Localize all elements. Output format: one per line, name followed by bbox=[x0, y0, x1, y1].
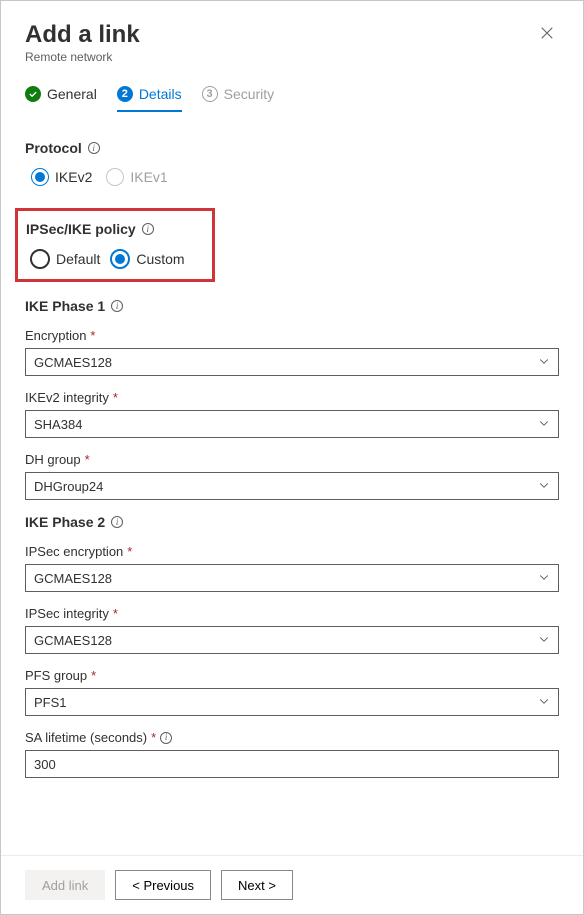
encryption-value: GCMAES128 bbox=[34, 355, 112, 370]
step-3-badge: 3 bbox=[202, 86, 218, 102]
step-2-badge: 2 bbox=[117, 86, 133, 102]
phase2-title: IKE Phase 2 i bbox=[25, 514, 559, 530]
tab-general-label: General bbox=[47, 86, 97, 102]
ipsec-encryption-label: IPSec encryption* bbox=[25, 544, 559, 559]
add-link-button: Add link bbox=[25, 870, 105, 900]
radio-unselected-icon bbox=[30, 249, 50, 269]
info-icon[interactable]: i bbox=[142, 223, 154, 235]
chevron-down-icon bbox=[538, 479, 550, 494]
previous-button[interactable]: < Previous bbox=[115, 870, 211, 900]
required-asterisk: * bbox=[91, 668, 96, 683]
panel-subtitle: Remote network bbox=[25, 50, 140, 64]
radio-ikev1-label: IKEv1 bbox=[130, 169, 167, 185]
integrity-value: SHA384 bbox=[34, 417, 82, 432]
radio-selected-icon bbox=[31, 168, 49, 186]
required-asterisk: * bbox=[90, 328, 95, 343]
tab-general[interactable]: General bbox=[25, 86, 97, 112]
info-icon[interactable]: i bbox=[160, 732, 172, 744]
ipsec-integrity-value: GCMAES128 bbox=[34, 633, 112, 648]
panel-title: Add a link bbox=[25, 21, 140, 49]
integrity-label: IKEv2 integrity* bbox=[25, 390, 559, 405]
ipsec-encryption-value: GCMAES128 bbox=[34, 571, 112, 586]
chevron-down-icon bbox=[538, 571, 550, 586]
chevron-down-icon bbox=[538, 695, 550, 710]
sa-lifetime-value: 300 bbox=[34, 757, 56, 772]
radio-selected-icon bbox=[110, 249, 130, 269]
required-asterisk: * bbox=[113, 390, 118, 405]
close-button[interactable] bbox=[535, 21, 559, 45]
phase2-title-text: IKE Phase 2 bbox=[25, 514, 105, 530]
radio-custom-label: Custom bbox=[136, 251, 184, 267]
info-icon[interactable]: i bbox=[111, 300, 123, 312]
pfs-group-select[interactable]: PFS1 bbox=[25, 688, 559, 716]
required-asterisk: * bbox=[127, 544, 132, 559]
info-icon[interactable]: i bbox=[111, 516, 123, 528]
sa-lifetime-label: SA lifetime (seconds)* i bbox=[25, 730, 559, 745]
radio-unselected-icon bbox=[106, 168, 124, 186]
tabs: General 2 Details 3 Security bbox=[1, 86, 583, 112]
check-icon bbox=[25, 86, 41, 102]
phase1-title-text: IKE Phase 1 bbox=[25, 298, 105, 314]
encryption-label: Encryption* bbox=[25, 328, 559, 343]
highlighted-policy-section: IPSec/IKE policy i Default Custom bbox=[15, 208, 215, 282]
info-icon[interactable]: i bbox=[88, 142, 100, 154]
radio-default[interactable]: Default bbox=[30, 249, 100, 269]
phase1-title: IKE Phase 1 i bbox=[25, 298, 559, 314]
ipsec-integrity-label: IPSec integrity* bbox=[25, 606, 559, 621]
radio-ikev1: IKEv1 bbox=[106, 168, 167, 186]
policy-title: IPSec/IKE policy i bbox=[26, 221, 204, 237]
radio-ikev2-label: IKEv2 bbox=[55, 169, 92, 185]
sa-lifetime-input[interactable]: 300 bbox=[25, 750, 559, 778]
protocol-title: Protocol i bbox=[25, 140, 559, 156]
chevron-down-icon bbox=[538, 633, 550, 648]
tab-details-label: Details bbox=[139, 86, 182, 102]
encryption-select[interactable]: GCMAES128 bbox=[25, 348, 559, 376]
pfs-group-value: PFS1 bbox=[34, 695, 67, 710]
ipsec-encryption-select[interactable]: GCMAES128 bbox=[25, 564, 559, 592]
ipsec-integrity-select[interactable]: GCMAES128 bbox=[25, 626, 559, 654]
dhgroup-value: DHGroup24 bbox=[34, 479, 103, 494]
radio-default-label: Default bbox=[56, 251, 100, 267]
required-asterisk: * bbox=[151, 730, 156, 745]
close-icon bbox=[540, 26, 554, 40]
tab-security: 3 Security bbox=[202, 86, 275, 112]
chevron-down-icon bbox=[538, 417, 550, 432]
radio-ikev2[interactable]: IKEv2 bbox=[31, 168, 92, 186]
next-button[interactable]: Next > bbox=[221, 870, 293, 900]
required-asterisk: * bbox=[85, 452, 90, 467]
content-area: Protocol i IKEv2 IKEv1 IPSec/IKE policy … bbox=[1, 112, 583, 855]
tab-security-label: Security bbox=[224, 86, 275, 102]
integrity-select[interactable]: SHA384 bbox=[25, 410, 559, 438]
dhgroup-select[interactable]: DHGroup24 bbox=[25, 472, 559, 500]
footer: Add link < Previous Next > bbox=[1, 855, 583, 914]
pfs-group-label: PFS group* bbox=[25, 668, 559, 683]
policy-title-text: IPSec/IKE policy bbox=[26, 221, 136, 237]
tab-details[interactable]: 2 Details bbox=[117, 86, 182, 112]
dhgroup-label: DH group* bbox=[25, 452, 559, 467]
protocol-title-text: Protocol bbox=[25, 140, 82, 156]
chevron-down-icon bbox=[538, 355, 550, 370]
radio-custom[interactable]: Custom bbox=[110, 249, 184, 269]
required-asterisk: * bbox=[113, 606, 118, 621]
